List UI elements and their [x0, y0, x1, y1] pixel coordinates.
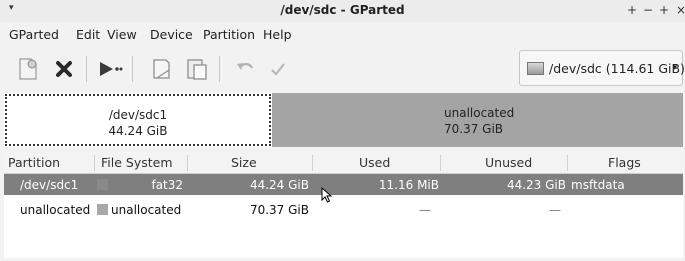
- mouse-cursor-icon: [321, 187, 333, 203]
- menu-bar: GParted Edit View Device Partition Help: [0, 25, 685, 45]
- cell-unused: 44.23 GiB: [506, 178, 566, 192]
- cell-filesystem: fat32: [151, 178, 183, 192]
- apply-button[interactable]: [263, 54, 293, 84]
- menu-edit[interactable]: Edit: [76, 27, 100, 42]
- title-bar: ▾ /dev/sdc - GParted + − + ×: [0, 0, 685, 22]
- cell-size: 44.24 GiB: [249, 178, 309, 192]
- table-row[interactable]: /dev/sdc1 fat32 44.24 GiB 11.16 MiB 44.2…: [4, 174, 683, 195]
- column-divider: [440, 155, 441, 171]
- toolbar-separator: [132, 56, 133, 82]
- undo-button[interactable]: [230, 54, 260, 84]
- device-selector[interactable]: /dev/sdc (114.61 GiB) ▾: [519, 50, 685, 86]
- partition-map: /dev/sdc1 44.24 GiB unallocated 70.37 Gi…: [4, 93, 683, 147]
- menu-help[interactable]: Help: [263, 27, 292, 42]
- new-partition-button[interactable]: [13, 54, 43, 84]
- filesystem-color-swatch: [97, 179, 108, 190]
- paste-icon: [187, 59, 207, 80]
- cell-size: 70.37 GiB: [249, 203, 309, 217]
- minimize-button[interactable]: −: [643, 3, 653, 17]
- menu-gparted[interactable]: GParted: [9, 27, 59, 42]
- maximize-button[interactable]: +: [659, 3, 669, 17]
- window-title: /dev/sdc - GParted: [280, 3, 405, 17]
- column-divider: [187, 155, 188, 171]
- drive-icon: [527, 62, 544, 75]
- filesystem-color-swatch: [97, 204, 108, 215]
- resize-move-button[interactable]: [95, 54, 125, 84]
- chevron-down-icon: ▾: [672, 63, 677, 73]
- partition-block-size: 44.24 GiB: [108, 124, 168, 138]
- delete-partition-button[interactable]: [49, 54, 79, 84]
- cell-flags: msftdata: [571, 178, 625, 192]
- device-label: /dev/sdc (114.61 GiB): [549, 61, 685, 76]
- menu-device[interactable]: Device: [150, 27, 193, 42]
- cell-partition: unallocated: [20, 203, 91, 217]
- delete-icon: [56, 61, 72, 77]
- table-row[interactable]: unallocated unallocated 70.37 GiB — —: [4, 199, 683, 220]
- toolbar-separator: [219, 56, 220, 82]
- partition-table: Partition File System Size Used Unused F…: [4, 152, 683, 258]
- cell-unused: —: [549, 203, 561, 217]
- partition-block-unallocated[interactable]: unallocated 70.37 GiB: [272, 93, 683, 147]
- new-partition-icon: [19, 58, 37, 80]
- partition-block-size: 70.37 GiB: [444, 122, 504, 136]
- column-divider: [94, 155, 95, 171]
- column-header-partition[interactable]: Partition: [8, 155, 60, 170]
- column-divider: [567, 155, 568, 171]
- close-button[interactable]: ×: [676, 3, 685, 17]
- toolbar-separator: [86, 56, 87, 82]
- checkmark-icon: [271, 63, 285, 76]
- resize-move-icon: [100, 62, 123, 76]
- column-header-used[interactable]: Used: [359, 155, 390, 170]
- partition-block-name: /dev/sdc1: [108, 108, 168, 122]
- keep-above-button[interactable]: +: [627, 3, 637, 17]
- cell-used: —: [419, 203, 431, 217]
- menu-view[interactable]: View: [107, 27, 137, 42]
- menu-partition[interactable]: Partition: [203, 27, 255, 42]
- column-header-size[interactable]: Size: [231, 155, 257, 170]
- paste-button[interactable]: [182, 54, 212, 84]
- copy-icon: [153, 59, 170, 79]
- partition-block-sdc1[interactable]: /dev/sdc1 44.24 GiB: [5, 94, 271, 146]
- partition-block-name: unallocated: [444, 106, 515, 120]
- copy-button[interactable]: [146, 54, 176, 84]
- column-header-filesystem[interactable]: File System: [101, 155, 173, 170]
- cell-filesystem: unallocated: [111, 203, 182, 217]
- table-header: Partition File System Size Used Unused F…: [4, 152, 683, 174]
- undo-icon: [237, 63, 254, 70]
- column-header-flags[interactable]: Flags: [608, 155, 641, 170]
- cell-used: 11.16 MiB: [378, 178, 439, 192]
- column-header-unused[interactable]: Unused: [485, 155, 532, 170]
- cell-partition: /dev/sdc1: [20, 178, 79, 192]
- column-divider: [312, 155, 313, 171]
